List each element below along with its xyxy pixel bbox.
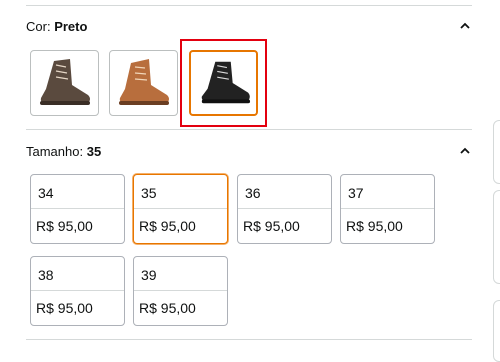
adjacent-panel-edge [493, 120, 500, 184]
size-option-38[interactable]: 38 R$ 95,00 [30, 256, 125, 326]
color-swatch-tan[interactable] [109, 50, 178, 116]
size-label: Tamanho: 35 [26, 144, 102, 159]
divider-top [26, 5, 472, 6]
size-price: R$ 95,00 [139, 218, 196, 234]
size-number: 36 [238, 175, 331, 209]
adjacent-panel-edge [493, 300, 500, 362]
size-number: 34 [31, 175, 124, 209]
size-option-39[interactable]: 39 R$ 95,00 [133, 256, 228, 326]
color-value: Preto [54, 19, 88, 34]
color-label: Cor: Preto [26, 19, 88, 34]
boot-image-tan [118, 59, 169, 105]
size-option-37[interactable]: 37 R$ 95,00 [340, 174, 435, 244]
size-value: 35 [86, 144, 102, 159]
size-price: R$ 95,00 [346, 218, 403, 234]
size-price: R$ 95,00 [243, 218, 300, 234]
size-section-header[interactable]: Tamanho: 35 [26, 143, 472, 163]
chevron-up-icon[interactable] [458, 20, 472, 32]
adjacent-panel-edge [493, 190, 500, 284]
size-option-34[interactable]: 34 R$ 95,00 [30, 174, 125, 244]
size-number: 37 [341, 175, 434, 209]
size-price: R$ 95,00 [139, 300, 196, 316]
size-option-35-selected[interactable]: 35 R$ 95,00 [133, 174, 228, 244]
color-swatch-black-selected[interactable] [189, 50, 258, 116]
boot-image-black [201, 61, 250, 104]
color-swatch-brown[interactable] [30, 50, 99, 116]
divider-middle [26, 129, 472, 130]
divider-bottom [26, 339, 472, 340]
size-price: R$ 95,00 [36, 300, 93, 316]
size-number: 38 [31, 257, 124, 291]
boot-image-brown [39, 59, 90, 105]
chevron-up-icon[interactable] [458, 145, 472, 157]
color-section-header[interactable]: Cor: Preto [26, 18, 472, 38]
size-number: 39 [134, 257, 227, 291]
size-option-36[interactable]: 36 R$ 95,00 [237, 174, 332, 244]
size-number: 35 [134, 175, 227, 209]
size-price: R$ 95,00 [36, 218, 93, 234]
